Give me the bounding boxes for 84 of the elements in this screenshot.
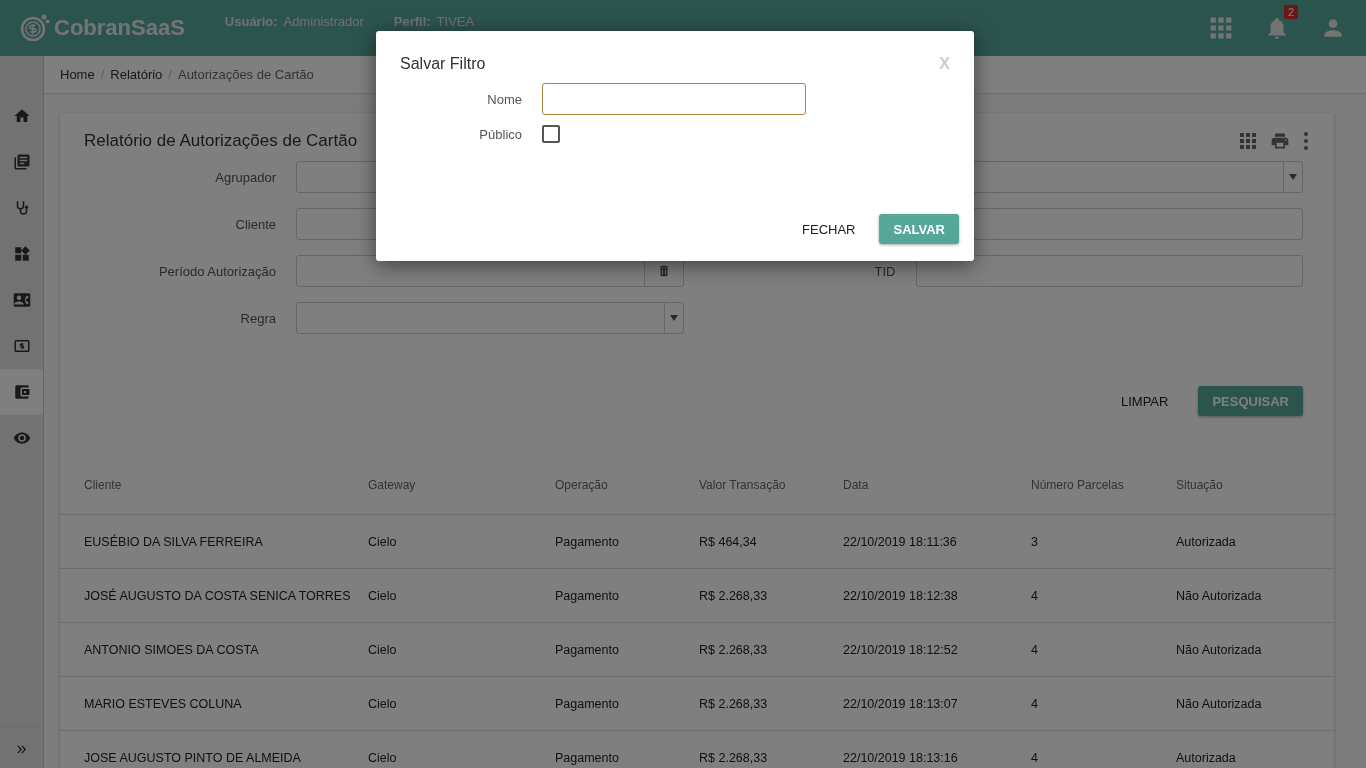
field-label: Agrupador (214, 169, 276, 185)
contact-card-icon (12, 291, 31, 309)
field-label: Período Autorização (157, 263, 276, 279)
profile-name: TIVEA (436, 14, 475, 29)
table-cell: Pagamento (555, 534, 619, 549)
input-field[interactable] (915, 255, 1303, 287)
breadcrumb-separator: / (100, 67, 105, 82)
table-cell: EUSÉBIO DA SILVA FERREIRA (84, 534, 263, 549)
search-button[interactable]: PESQUISAR (1198, 386, 1303, 416)
table-cell: 4 (1031, 642, 1038, 657)
table-cell: Pagamento (555, 642, 619, 657)
column-header[interactable]: Valor Transação (699, 478, 786, 492)
report-title: Relatório de Autorizações de Cartão (84, 131, 358, 151)
table-cell: R$ 2.268,33 (699, 750, 768, 765)
table-cell: Autorizada (1176, 750, 1236, 765)
table-cell: Cielo (368, 588, 397, 603)
coin-logo-icon (20, 13, 50, 43)
table-cell: Autorizada (1176, 534, 1236, 549)
field-label: Público (478, 126, 522, 142)
table-cell: Cielo (368, 534, 397, 549)
table-cell: Não Autorizada (1176, 696, 1262, 711)
user-name: Administrador (283, 14, 364, 29)
user-label: Usuário: (224, 14, 278, 29)
table-cell: 4 (1031, 588, 1038, 603)
select-field[interactable] (296, 302, 684, 334)
table-cell: 22/10/2019 18:11:36 (843, 534, 957, 549)
column-header[interactable]: Número Parcelas (1031, 478, 1124, 492)
save-button[interactable]: SALVAR (879, 214, 959, 244)
expand-sidebar-button[interactable]: » (0, 727, 43, 768)
breadcrumb-link[interactable]: Home (60, 67, 95, 82)
print-icon[interactable] (1270, 131, 1290, 151)
dialog-title: Salvar Filtro (400, 55, 486, 73)
apps-grid-icon[interactable] (1238, 131, 1258, 151)
column-header[interactable]: Situação (1176, 478, 1223, 492)
table-cell: Cielo (368, 750, 397, 765)
caret-icon (669, 315, 678, 321)
table-cell: R$ 2.268,33 (699, 642, 768, 657)
field-label: TID (873, 263, 896, 279)
money-icon (12, 337, 31, 355)
table-cell: Cielo (368, 642, 397, 657)
sidebar-item[interactable] (0, 369, 43, 415)
column-header[interactable]: Operação (555, 478, 608, 492)
field-label: Regra (239, 310, 276, 326)
table-cell: 22/10/2019 18:13:07 (843, 696, 958, 711)
table-cell: Pagamento (555, 750, 619, 765)
table-cell: 3 (1031, 534, 1038, 549)
table-cell: JOSE AUGUSTO PINTO DE ALMEIDA (84, 750, 301, 765)
table-cell: Não Autorizada (1176, 588, 1262, 603)
table-cell: ANTONIO SIMOES DA COSTA (84, 642, 259, 657)
breadcrumb-link[interactable]: Relatório (110, 67, 163, 82)
eye-icon (12, 429, 31, 447)
column-header[interactable]: Gateway (368, 478, 416, 492)
table-cell: R$ 2.268,33 (699, 696, 768, 711)
widgets-icon (12, 245, 31, 263)
column-header[interactable]: Cliente (84, 478, 122, 492)
table-cell: MARIO ESTEVES COLUNA (84, 696, 242, 711)
table-cell: Cielo (368, 696, 397, 711)
public-checkbox[interactable] (542, 125, 560, 143)
profile-label: Perfil: (393, 14, 431, 29)
table-cell: 22/10/2019 18:12:38 (843, 588, 958, 603)
table-cell: Pagamento (555, 696, 619, 711)
field-label: Nome (486, 91, 522, 107)
field-label: Cliente (234, 216, 276, 232)
clear-button[interactable]: LIMPAR (1107, 386, 1183, 416)
more-icon[interactable] (1302, 131, 1310, 151)
table-cell: Não Autorizada (1176, 642, 1262, 657)
home-icon (12, 107, 31, 125)
logo-text: CobranSaaS (54, 15, 185, 41)
notification-badge: 2 (1283, 5, 1298, 19)
books-icon (12, 153, 31, 171)
table-cell: R$ 464,34 (699, 534, 757, 549)
name-input-field[interactable] (542, 83, 806, 115)
table-cell: 4 (1031, 750, 1038, 765)
wallet-icon (12, 383, 31, 401)
close-dialog-button[interactable]: FECHAR (788, 214, 870, 244)
table-cell: JOSÉ AUGUSTO DA COSTA SENICA TORRES (84, 588, 351, 603)
table-cell: Pagamento (555, 588, 619, 603)
caret-icon (1289, 174, 1297, 180)
table-cell: R$ 2.268,33 (699, 588, 768, 603)
column-header[interactable]: Data (843, 478, 869, 492)
table-cell: 22/10/2019 18:13:16 (843, 750, 958, 765)
breadcrumb-separator: / (168, 67, 172, 82)
table-cell: 22/10/2019 18:12:52 (843, 642, 958, 657)
table-cell: 4 (1031, 696, 1038, 711)
